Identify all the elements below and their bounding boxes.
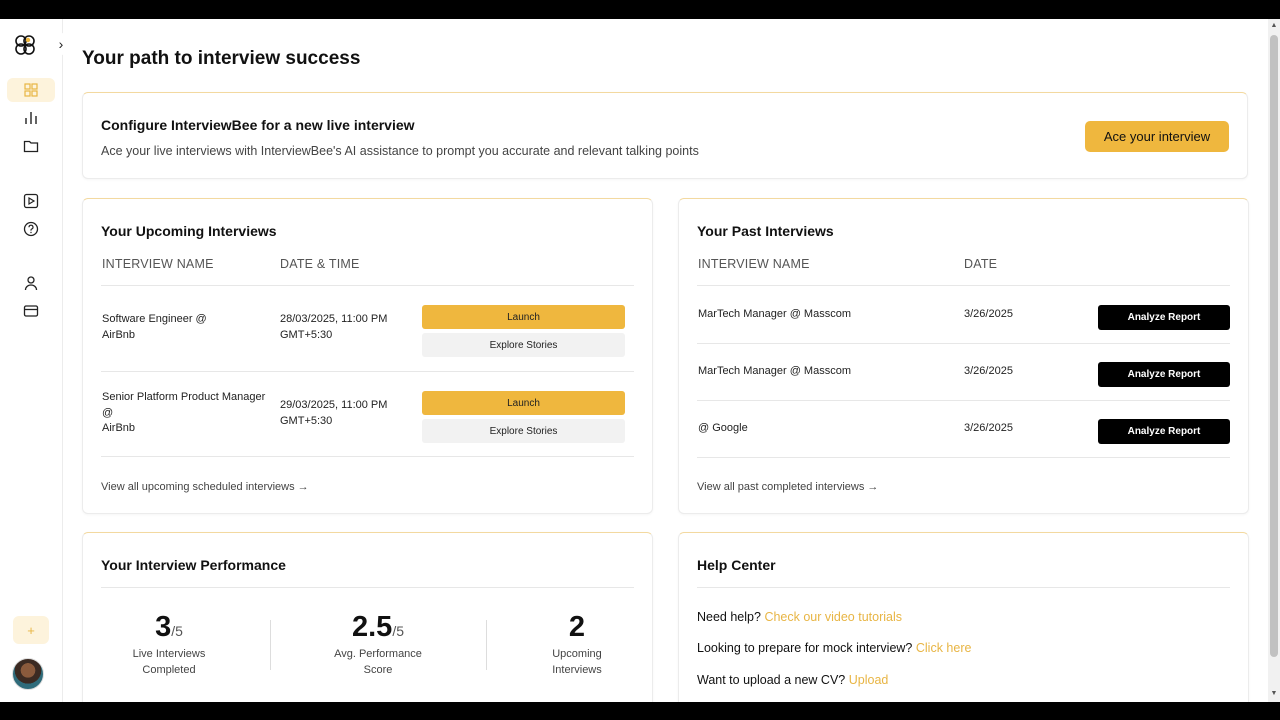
explore-stories-button[interactable]: Explore Stories bbox=[422, 333, 625, 357]
user-avatar[interactable] bbox=[12, 658, 44, 690]
browser-top-bar bbox=[0, 0, 1280, 19]
configure-title: Configure InterviewBee for a new live in… bbox=[101, 117, 415, 133]
interview-name: Senior Platform Product Manager bbox=[102, 391, 266, 403]
interview-name: @ Google bbox=[698, 422, 748, 434]
divider bbox=[697, 285, 1230, 286]
stat-live-interviews: 3/5 Live Interviews Completed bbox=[111, 611, 227, 678]
col-header-date-time: DATE & TIME bbox=[280, 257, 360, 271]
help-text: Looking to prepare for mock interview? bbox=[697, 641, 913, 655]
help-line: Looking to prepare for mock interview? C… bbox=[697, 641, 971, 655]
help-title: Help Center bbox=[697, 557, 776, 573]
col-header-interview-name: INTERVIEW NAME bbox=[102, 257, 214, 271]
interview-company: AirBnb bbox=[102, 328, 136, 341]
nav-dashboard-grid-icon[interactable] bbox=[7, 78, 55, 102]
view-all-past-link[interactable]: View all past completed interviews → bbox=[697, 481, 878, 493]
nav-folder-icon[interactable] bbox=[7, 134, 55, 158]
interview-name-at: @ bbox=[102, 406, 114, 419]
divider bbox=[486, 620, 487, 670]
col-header-interview-name: INTERVIEW NAME bbox=[698, 257, 810, 271]
analyze-report-button[interactable]: Analyze Report bbox=[1098, 362, 1230, 387]
interview-name: MarTech Manager @ Masscom bbox=[698, 308, 851, 320]
stat-upcoming: 2 Upcoming Interviews bbox=[531, 611, 623, 678]
divider bbox=[101, 587, 634, 588]
past-interviews-card: Your Past Interviews INTERVIEW NAME DATE… bbox=[678, 198, 1249, 514]
divider bbox=[697, 587, 1230, 588]
upcoming-interviews-card: Your Upcoming Interviews INTERVIEW NAME … bbox=[82, 198, 653, 514]
divider bbox=[697, 343, 1230, 344]
divider bbox=[270, 620, 271, 670]
configure-interview-card: Configure InterviewBee for a new live in… bbox=[82, 92, 1248, 179]
ace-your-interview-button[interactable]: Ace your interview bbox=[1085, 121, 1229, 152]
stat-label: Interviews bbox=[552, 664, 602, 676]
help-text: Need help? bbox=[697, 610, 761, 624]
performance-title: Your Interview Performance bbox=[101, 557, 286, 573]
scrollbar-thumb[interactable] bbox=[1270, 35, 1278, 657]
divider bbox=[697, 457, 1230, 458]
stat-label: Avg. Performance bbox=[334, 648, 422, 660]
interview-date: 3/26/2025 bbox=[964, 422, 1013, 434]
nav-video-play-icon[interactable] bbox=[7, 189, 55, 213]
mock-interview-link[interactable]: Click here bbox=[916, 641, 972, 655]
page-title: Your path to interview success bbox=[82, 48, 361, 69]
launch-button[interactable]: Launch bbox=[422, 391, 625, 415]
divider bbox=[101, 456, 634, 457]
divider bbox=[697, 400, 1230, 401]
col-header-date: DATE bbox=[964, 257, 998, 271]
interview-performance-card: Your Interview Performance 3/5 Live Inte… bbox=[82, 532, 653, 702]
nav-help-circle-icon[interactable] bbox=[7, 217, 55, 241]
stat-label: Score bbox=[363, 664, 393, 676]
interview-date: 29/03/2025, 11:00 PM bbox=[280, 399, 388, 411]
upload-cv-link[interactable]: Upload bbox=[849, 673, 889, 687]
past-title: Your Past Interviews bbox=[697, 223, 834, 239]
configure-description: Ace your live interviews with InterviewB… bbox=[101, 144, 699, 158]
upcoming-title: Your Upcoming Interviews bbox=[101, 223, 277, 239]
interview-name: Software Engineer @ bbox=[102, 313, 207, 325]
interview-timezone: GMT+5:30 bbox=[280, 414, 333, 427]
video-tutorials-link[interactable]: Check our video tutorials bbox=[764, 610, 902, 624]
divider bbox=[101, 285, 634, 286]
expand-sidebar-chevron-icon[interactable]: › bbox=[50, 33, 72, 55]
interview-date: 3/26/2025 bbox=[964, 308, 1013, 320]
scroll-up-arrow-icon[interactable]: ▲ bbox=[1270, 22, 1278, 30]
app-viewport: › + Your path to interview success Confi… bbox=[0, 19, 1280, 702]
analyze-report-button[interactable]: Analyze Report bbox=[1098, 305, 1230, 330]
view-all-upcoming-link[interactable]: View all upcoming scheduled interviews → bbox=[101, 481, 309, 493]
nav-user-icon[interactable] bbox=[7, 271, 55, 295]
interview-company: AirBnb bbox=[102, 422, 136, 434]
help-line: Need help? Check our video tutorials bbox=[697, 610, 902, 624]
help-center-card: Help Center Need help? Check our video t… bbox=[678, 532, 1249, 702]
nav-bar-chart-icon[interactable] bbox=[7, 106, 55, 130]
stat-value: 2 bbox=[568, 611, 586, 643]
launch-button[interactable]: Launch bbox=[422, 305, 625, 329]
interview-name: MarTech Manager @ Masscom bbox=[698, 365, 851, 377]
explore-stories-button[interactable]: Explore Stories bbox=[422, 419, 625, 443]
scroll-down-arrow-icon[interactable]: ▼ bbox=[1270, 690, 1278, 698]
interview-timezone: GMT+5:30 bbox=[280, 328, 333, 341]
stat-denominator: /5 bbox=[171, 623, 183, 639]
interview-date: 3/26/2025 bbox=[964, 365, 1013, 377]
stat-value: 2.5 bbox=[351, 611, 393, 643]
sidebar: › + bbox=[0, 19, 72, 702]
browser-bottom-bar bbox=[0, 702, 1280, 720]
stat-denominator: /5 bbox=[392, 623, 404, 639]
nav-credit-card-icon[interactable] bbox=[7, 299, 55, 323]
analyze-report-button[interactable]: Analyze Report bbox=[1098, 419, 1230, 444]
stat-label: Live Interviews bbox=[132, 648, 206, 660]
stat-label: Completed bbox=[142, 664, 196, 676]
interviewbee-logo-icon[interactable] bbox=[13, 33, 37, 57]
interview-date: 28/03/2025, 11:00 PM bbox=[280, 313, 388, 325]
divider bbox=[101, 371, 634, 372]
add-plus-button[interactable]: + bbox=[13, 616, 49, 644]
stat-avg-score: 2.5/5 Avg. Performance Score bbox=[316, 611, 440, 678]
stat-label: Upcoming bbox=[552, 648, 602, 660]
help-text: Want to upload a new CV? bbox=[697, 673, 846, 687]
page-scrollbar[interactable]: ▲ ▼ bbox=[1268, 19, 1280, 702]
help-line: Want to upload a new CV? Upload bbox=[697, 673, 888, 687]
stat-value: 3 bbox=[155, 611, 172, 643]
